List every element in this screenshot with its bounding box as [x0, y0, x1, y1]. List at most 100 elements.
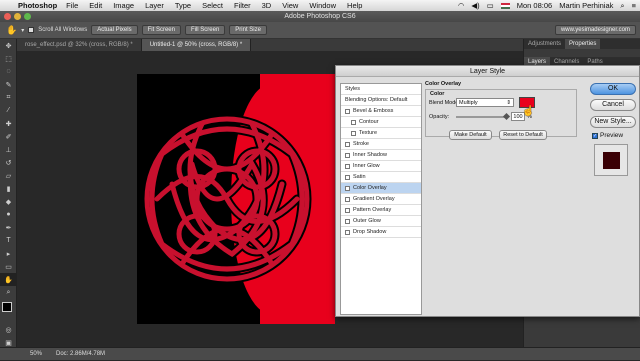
dodge-tool-icon[interactable]: ●: [0, 208, 17, 221]
flag-icon[interactable]: [500, 2, 510, 9]
style-checkbox[interactable]: [345, 196, 350, 202]
brush-tool-icon[interactable]: ✐: [0, 130, 17, 143]
tab-properties[interactable]: Properties: [565, 39, 601, 49]
user-name[interactable]: Martin Perhiniak: [559, 1, 613, 10]
fill-screen-button[interactable]: Fill Screen: [184, 25, 226, 35]
list-icon[interactable]: ≡: [632, 1, 636, 10]
style-item[interactable]: Contour: [341, 117, 421, 128]
style-checkbox[interactable]: [351, 130, 356, 136]
style-checkbox[interactable]: [345, 152, 350, 158]
style-item-label: Gradient Overlay: [353, 195, 395, 202]
opacity-slider[interactable]: [456, 116, 508, 118]
volume-icon[interactable]: ◀): [471, 1, 479, 10]
style-checkbox[interactable]: [345, 218, 350, 224]
doc-size[interactable]: Doc: 2.86M/4.78M: [56, 348, 105, 360]
quick-mask-icon[interactable]: ◎: [0, 323, 17, 336]
blur-tool-icon[interactable]: ◆: [0, 195, 17, 208]
style-checkbox[interactable]: [345, 229, 350, 235]
pen-tool-icon[interactable]: ✒: [0, 221, 17, 234]
style-item[interactable]: Inner Glow: [341, 161, 421, 172]
tool-preset-icon[interactable]: ▾: [21, 27, 24, 34]
tab-adjustments[interactable]: Adjustments: [524, 39, 565, 49]
actual-pixels-button[interactable]: Actual Pixels: [91, 25, 138, 35]
type-tool-icon[interactable]: T: [0, 234, 17, 247]
style-checkbox[interactable]: [345, 141, 350, 147]
style-item[interactable]: Pattern Overlay: [341, 205, 421, 216]
tab-rose-effect[interactable]: rose_effect.psd @ 32% (cross, RGB/8) *: [17, 39, 142, 51]
style-item[interactable]: Styles: [341, 84, 421, 95]
wifi-icon[interactable]: ◠: [458, 1, 465, 10]
style-checkbox[interactable]: [345, 207, 350, 213]
cancel-button[interactable]: Cancel: [590, 99, 636, 111]
style-item[interactable]: Blending Options: Default: [341, 95, 421, 106]
style-item[interactable]: Inner Shadow: [341, 150, 421, 161]
move-tool-icon[interactable]: ✥: [0, 39, 17, 52]
history-brush-tool-icon[interactable]: ↺: [0, 156, 17, 169]
menu-filter[interactable]: Filter: [234, 1, 251, 10]
crop-tool-icon[interactable]: ⌗: [0, 91, 17, 104]
minimize-window-button[interactable]: [14, 13, 21, 20]
style-checkbox[interactable]: [345, 163, 350, 169]
close-window-button[interactable]: [4, 13, 11, 20]
scroll-all-checkbox[interactable]: [28, 27, 35, 33]
print-size-button[interactable]: Print Size: [229, 25, 267, 35]
gradient-tool-icon[interactable]: ▮: [0, 182, 17, 195]
style-item[interactable]: Stroke: [341, 139, 421, 150]
color-swatches[interactable]: [0, 299, 16, 323]
style-checkbox[interactable]: [345, 174, 350, 180]
style-item[interactable]: Gradient Overlay: [341, 194, 421, 205]
search-icon[interactable]: ⌕: [620, 1, 624, 11]
menu-app-name[interactable]: Photoshop: [18, 1, 57, 10]
style-item[interactable]: Texture: [341, 128, 421, 139]
marquee-tool-icon[interactable]: ⬚: [0, 52, 17, 65]
eraser-tool-icon[interactable]: ▱: [0, 169, 17, 182]
scroll-all-label: Scroll All Windows: [38, 27, 88, 33]
preview-swatch: [603, 152, 620, 169]
stamp-tool-icon[interactable]: ⊥: [0, 143, 17, 156]
hand-tool-icon[interactable]: ✋: [6, 25, 17, 36]
quick-select-tool-icon[interactable]: ✎: [0, 78, 17, 91]
new-style-button[interactable]: New Style...: [590, 116, 636, 128]
style-item[interactable]: Outer Glow: [341, 216, 421, 227]
style-item[interactable]: Drop Shadow: [341, 227, 421, 238]
menu-3d[interactable]: 3D: [262, 1, 272, 10]
menu-edit[interactable]: Edit: [89, 1, 102, 10]
hand-tool-icon[interactable]: ✋: [0, 273, 17, 286]
zoom-window-button[interactable]: [24, 13, 31, 20]
menu-type[interactable]: Type: [175, 1, 191, 10]
tab-untitled-1[interactable]: Untitled-1 @ 50% (cross, RGB/8) *: [141, 39, 252, 51]
preview-checkbox[interactable]: ✓: [592, 132, 598, 139]
style-item[interactable]: Color Overlay: [341, 183, 421, 194]
clock[interactable]: Mon 08:06: [517, 1, 552, 10]
eyedropper-tool-icon[interactable]: ⁄: [0, 104, 17, 117]
menu-image[interactable]: Image: [113, 1, 134, 10]
lasso-tool-icon[interactable]: ◌: [0, 65, 17, 78]
style-item[interactable]: Bevel & Emboss: [341, 106, 421, 117]
battery-icon[interactable]: ▭: [487, 1, 494, 10]
menu-window[interactable]: Window: [309, 1, 336, 10]
shape-tool-icon[interactable]: ▭: [0, 260, 17, 273]
zoom-level[interactable]: 50%: [30, 348, 42, 360]
menu-layer[interactable]: Layer: [145, 1, 164, 10]
style-item-label: Drop Shadow: [353, 228, 387, 235]
document-canvas[interactable]: [137, 74, 335, 324]
zoom-tool-icon[interactable]: ⌕: [0, 286, 17, 299]
menu-view[interactable]: View: [282, 1, 298, 10]
path-select-tool-icon[interactable]: ▸: [0, 247, 17, 260]
menu-help[interactable]: Help: [347, 1, 362, 10]
healing-tool-icon[interactable]: ✚: [0, 117, 17, 130]
blend-mode-select[interactable]: Multiply ⇕: [456, 98, 514, 107]
style-checkbox[interactable]: [345, 108, 350, 114]
style-item[interactable]: Satin: [341, 172, 421, 183]
menu-file[interactable]: File: [66, 1, 78, 10]
menu-select[interactable]: Select: [202, 1, 223, 10]
style-checkbox[interactable]: [351, 119, 356, 125]
ok-button[interactable]: OK: [590, 83, 636, 95]
foreground-color-swatch[interactable]: [2, 302, 12, 312]
style-checkbox[interactable]: [345, 185, 350, 191]
fit-screen-button[interactable]: Fit Screen: [141, 25, 181, 35]
reset-to-default-button[interactable]: Reset to Default: [499, 130, 547, 140]
workspace-switcher[interactable]: www.yesimadesigner.com: [554, 25, 636, 35]
make-default-button[interactable]: Make Default: [449, 130, 492, 140]
preview-toggle[interactable]: ✓ Preview: [592, 132, 623, 139]
